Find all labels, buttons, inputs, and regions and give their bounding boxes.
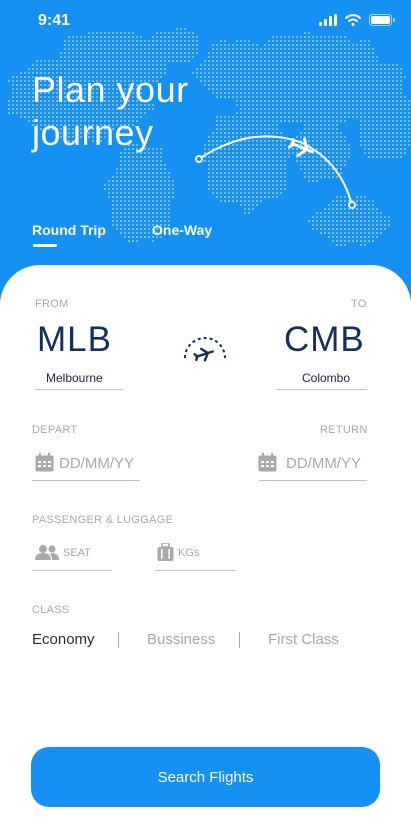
return-label: RETURN (320, 424, 368, 436)
class-divider (118, 632, 119, 648)
kg-underline (155, 570, 236, 571)
depart-underline (32, 480, 140, 481)
people-icon (35, 545, 59, 560)
class-divider (239, 632, 240, 648)
kg-placeholder: KGs (178, 547, 200, 559)
from-airport-code[interactable]: MLB (37, 320, 112, 360)
to-city: Colombo (302, 371, 351, 385)
to-underline (276, 389, 367, 390)
hero-banner: 9:41 Plan your journey Round Trip One-Wa… (0, 0, 411, 300)
tab-one-way[interactable]: One-Way (152, 222, 212, 238)
return-date-placeholder: DD/MM/YY (286, 455, 361, 472)
class-option-business[interactable]: Bussiness (147, 631, 215, 648)
luggage-icon (157, 543, 174, 561)
seat-placeholder: SEAT (63, 547, 91, 559)
depart-date-placeholder: DD/MM/YY (59, 455, 134, 472)
search-flights-button[interactable]: Search Flights (31, 747, 380, 807)
return-underline (259, 480, 367, 481)
calendar-icon (35, 453, 54, 472)
depart-label: DEPART (32, 424, 78, 436)
tab-round-trip[interactable]: Round Trip (32, 222, 106, 238)
from-city: Melbourne (46, 371, 103, 385)
to-airport-code[interactable]: CMB (284, 320, 365, 360)
flight-path-graphic (195, 135, 356, 209)
from-label: FROM (35, 298, 69, 310)
class-label: CLASS (32, 604, 70, 616)
class-option-economy[interactable]: Economy (32, 631, 95, 648)
active-tab-indicator (33, 244, 57, 247)
from-underline (35, 389, 123, 390)
calendar-icon (258, 453, 277, 472)
seat-underline (32, 570, 112, 571)
to-label: TO (351, 298, 367, 310)
swap-route-icon[interactable] (182, 336, 228, 362)
passenger-luggage-label: PASSENGER & LUGGAGE (32, 514, 174, 526)
class-option-first[interactable]: First Class (268, 631, 339, 648)
